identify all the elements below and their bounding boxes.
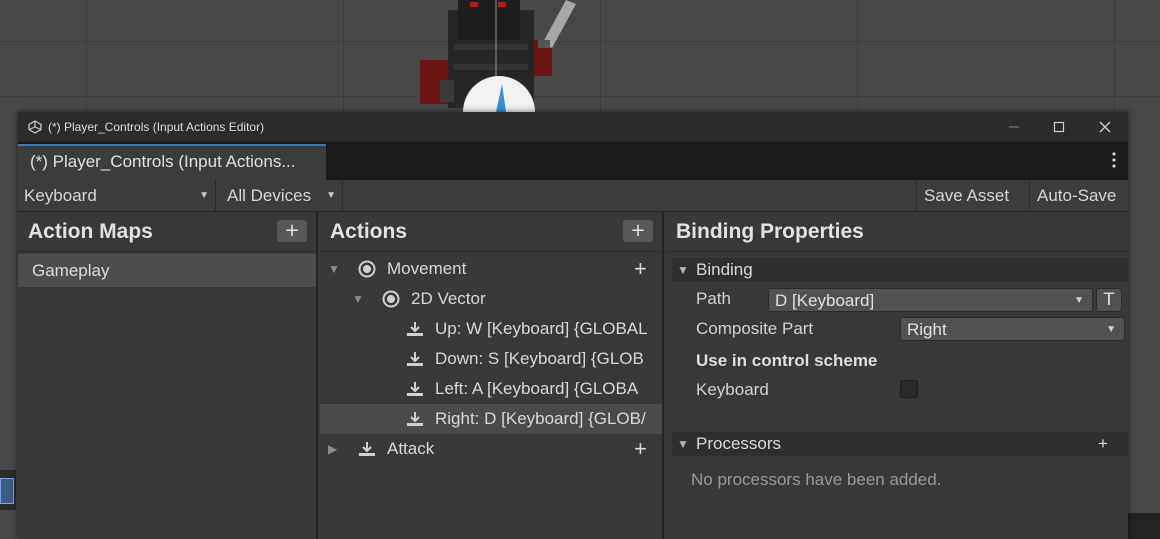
action-maps-title: Action Maps [28,220,153,243]
binding-properties-title: Binding Properties [676,220,864,243]
expand-down-icon: ▼ [677,437,689,451]
composite-part-value: Right [907,320,947,339]
actions-title: Actions [330,220,408,243]
window-title: (*) Player_Controls (Input Actions Edito… [48,120,265,134]
action-row-movement[interactable]: ▼ Movement + [320,254,662,284]
add-action-button[interactable]: + [623,220,653,242]
binding-icon [407,352,423,366]
actions-panel: Actions + ▼ Movement + ▼ 2D Vector Up: W… [320,212,664,539]
use-in-control-scheme-heading: Use in control scheme [696,351,878,370]
scheme-keyboard-checkbox[interactable] [900,380,918,398]
scene-overlay-corner [1128,513,1160,539]
maximize-button[interactable] [1036,112,1082,142]
composite-part-label: Composite Part [696,319,814,338]
path-dropdown[interactable]: D [Keyboard] ▼ [768,288,1093,312]
path-label: Path [696,289,731,308]
save-asset-button[interactable]: Save Asset [916,180,1027,211]
action-icon [358,260,376,278]
action-label: Movement [387,259,467,278]
binding-row-down[interactable]: Down: S [Keyboard] {GLOB [320,344,662,374]
maximize-icon [1053,121,1065,133]
minimize-button[interactable] [991,112,1037,142]
binding-row-left[interactable]: Left: A [Keyboard] {GLOBA [320,374,662,404]
composite-part-dropdown[interactable]: Right ▼ [900,317,1125,341]
auto-save-toggle[interactable]: Auto-Save [1029,180,1128,211]
action-row-attack[interactable]: ▶ Attack + [320,434,662,464]
add-processor-button[interactable]: + [1098,432,1108,456]
binding-label: Right: D [Keyboard] {GLOB/ [435,409,646,428]
tab-player-controls[interactable]: (*) Player_Controls (Input Actions... [18,144,326,180]
minimize-icon [1009,126,1019,128]
binding-label: Down: S [Keyboard] {GLOB [435,349,644,368]
dropdown-caret-icon: ▼ [199,190,209,201]
processors-foldout-label: Processors [696,434,782,453]
dropdown-caret-icon: ▼ [326,190,336,201]
action-maps-panel: Action Maps + Gameplay [18,212,318,539]
binding-properties-header: Binding Properties [666,212,1128,252]
scene-selection-handle[interactable] [0,478,14,504]
dropdown-caret-icon: ▼ [1074,295,1084,306]
add-binding-button[interactable]: + [634,254,647,284]
binding-foldout-label: Binding [696,260,753,279]
actions-header: Actions + [320,212,662,252]
composite-row-2d-vector[interactable]: ▼ 2D Vector [320,284,662,314]
binding-label: Up: W [Keyboard] {GLOBAL [435,319,648,338]
expand-down-icon[interactable]: ▼ [328,254,340,284]
binding-icon [407,382,423,396]
scheme-keyboard-label: Keyboard [696,380,769,399]
control-scheme-value: Keyboard [24,186,97,205]
processors-foldout[interactable]: ▼ Processors + [672,432,1128,456]
close-button[interactable] [1082,112,1128,142]
binding-foldout[interactable]: ▼ Binding [672,258,1128,282]
add-binding-button[interactable]: + [634,434,647,464]
expand-down-icon[interactable]: ▼ [352,284,364,314]
close-icon [1099,121,1111,133]
expand-right-icon[interactable]: ▶ [328,434,337,464]
binding-row-right[interactable]: Right: D [Keyboard] {GLOB/ [320,404,662,434]
binding-row-up[interactable]: Up: W [Keyboard] {GLOBAL [320,314,662,344]
binding-label: Left: A [Keyboard] {GLOBA [435,379,639,398]
text-mode-toggle-button[interactable]: T [1096,288,1122,312]
devices-value: All Devices [227,186,312,205]
kebab-menu-icon [1112,152,1116,168]
toolbar-search-area[interactable] [344,180,916,211]
processors-empty-message: No processors have been added. [691,470,942,489]
control-scheme-dropdown[interactable]: Keyboard ▼ [18,180,216,211]
composite-icon [382,290,400,308]
dropdown-caret-icon: ▼ [1106,324,1116,335]
input-actions-editor-window: (*) Player_Controls (Input Actions Edito… [18,112,1128,539]
unity-app-icon [28,120,42,134]
more-options-button[interactable] [1112,152,1116,168]
expand-down-icon: ▼ [677,263,689,277]
path-value: D [Keyboard] [775,291,875,310]
action-label: Attack [387,439,435,458]
action-maps-header: Action Maps + [18,212,316,252]
editor-toolbar: Keyboard ▼ All Devices ▼ Save Asset Auto… [18,180,1128,212]
window-titlebar[interactable]: (*) Player_Controls (Input Actions Edito… [18,112,1128,142]
add-action-map-button[interactable]: + [277,220,307,242]
binding-icon [407,322,423,336]
devices-dropdown[interactable]: All Devices ▼ [221,180,343,211]
binding-icon [359,442,375,456]
action-map-item-gameplay[interactable]: Gameplay [18,254,316,287]
composite-label: 2D Vector [411,289,486,308]
tab-bar: (*) Player_Controls (Input Actions... [18,142,1128,180]
binding-icon [407,412,423,426]
knight-sprite [420,0,576,112]
